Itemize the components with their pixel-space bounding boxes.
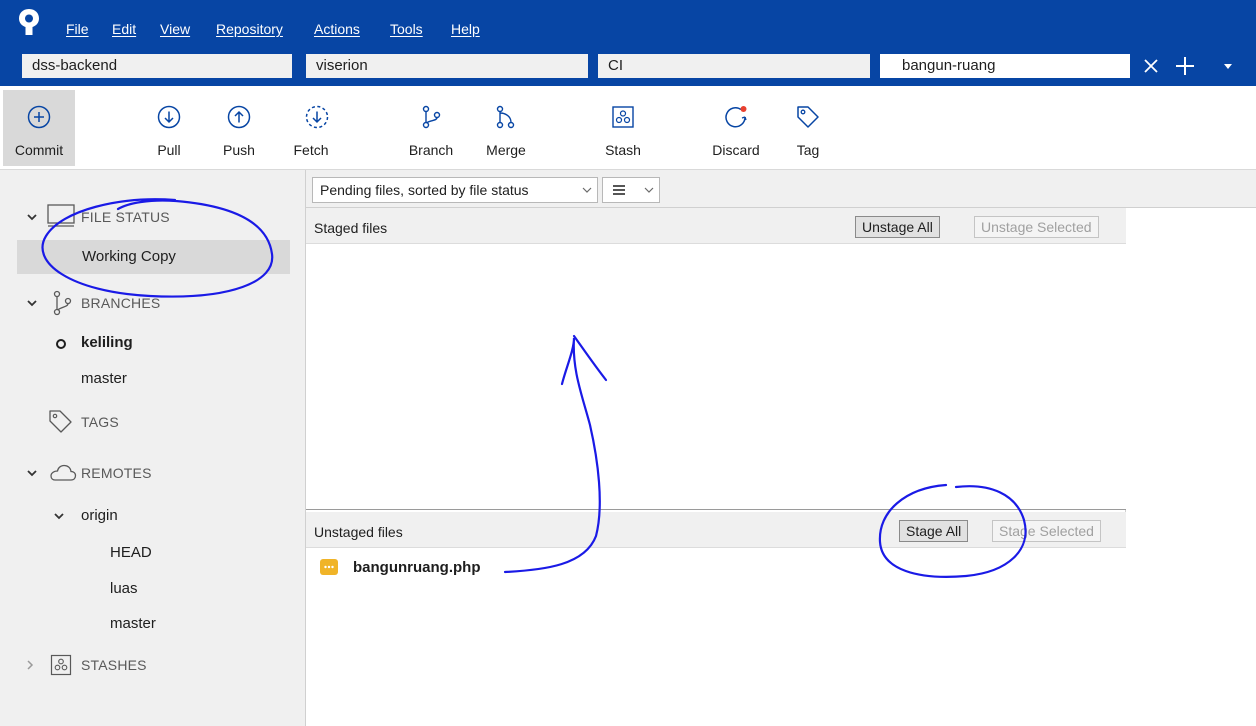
menu-file[interactable]: File [66,20,89,38]
discard-icon [725,106,747,128]
branch-icon [422,105,441,129]
content-area: Pending files, sorted by file status Sta… [306,170,1256,726]
sourcetree-logo-icon [19,9,39,35]
sidebar-section-stashes[interactable]: STASHES [0,650,306,680]
tab-dss-backend[interactable]: dss-backend [22,54,292,78]
fetch-button[interactable]: Fetch [282,90,352,166]
sidebar-section-remotes[interactable]: REMOTES [0,458,306,488]
sidebar-item-remote-head[interactable]: HEAD [0,538,306,568]
unstage-all-button[interactable]: Unstage All [855,216,940,238]
sort-label: Pending files, sorted by file status [320,182,529,198]
staged-files-header: Staged files Unstage All Unstage Selecte… [306,208,1126,244]
menu-repository[interactable]: Repository [216,20,283,38]
chevron-down-icon[interactable] [26,467,38,479]
stash-button[interactable]: Stash [588,90,658,166]
fetch-icon [305,105,329,129]
tab-viserion[interactable]: viserion [306,54,588,78]
sidebar-section-tags[interactable]: TAGS [0,407,306,437]
tab-ci[interactable]: CI [598,54,870,78]
stage-selected-button[interactable]: Stage Selected [992,520,1101,542]
repository-tab-bar: dss-backend viserion CI bangun-ruang [0,46,1256,86]
stage-all-button[interactable]: Stage All [899,520,969,542]
tab-bangun-ruang[interactable]: bangun-ruang [880,54,1130,78]
chevron-right-icon[interactable] [24,659,36,671]
push-icon [227,105,251,129]
file-panels: Staged files Unstage All Unstage Selecte… [306,208,1126,726]
menu-edit[interactable]: Edit [112,20,136,38]
list-icon [613,185,625,195]
commit-icon [27,105,51,129]
unstaged-files-list[interactable]: bangunruang.php [306,548,1126,726]
tag-button[interactable]: Tag [773,90,843,166]
unstaged-files-header: Unstaged files Stage All Stage Selected [306,512,1126,548]
close-icon[interactable] [1139,54,1163,78]
staged-files-list[interactable] [306,244,1126,510]
list-item[interactable]: bangunruang.php [306,554,1126,580]
sidebar: FILE STATUS Working Copy BRANCHES kelili… [0,170,306,726]
menu-actions[interactable]: Actions [314,20,360,38]
sidebar-item-remote-master[interactable]: master [0,609,306,639]
pull-icon [157,105,181,129]
chevron-down-icon[interactable] [26,211,38,223]
chevron-down-icon[interactable] [53,510,65,522]
plus-icon[interactable] [1170,51,1200,81]
chevron-down-icon [644,187,654,193]
stash-icon [612,106,634,128]
toolbar: Commit Pull Push Fetch Branch Merge Stas… [0,86,1256,170]
filter-bar: Pending files, sorted by file status [306,170,1256,208]
monitor-icon [47,204,75,227]
staged-files-title: Staged files [314,220,388,236]
merge-button[interactable]: Merge [471,90,541,166]
view-mode-dropdown[interactable] [602,177,660,203]
sidebar-item-remote-luas[interactable]: luas [0,574,306,604]
branch-button[interactable]: Branch [396,90,466,166]
menu-tools[interactable]: Tools [390,20,423,38]
chevron-down-icon [582,187,592,193]
cloud-icon [50,464,77,481]
sidebar-item-branch-keliling[interactable]: keliling [0,328,306,358]
sidebar-item-remote-origin[interactable]: origin [0,501,306,531]
menu-view[interactable]: View [160,20,190,38]
sidebar-item-working-copy[interactable]: Working Copy [17,240,290,274]
pull-button[interactable]: Pull [134,90,204,166]
unstaged-files-title: Unstaged files [314,524,403,540]
commit-button[interactable]: Commit [3,90,75,166]
chevron-down-icon[interactable] [1218,55,1238,77]
file-name: bangunruang.php [353,559,481,576]
menu-help[interactable]: Help [451,20,480,38]
menu-bar: File Edit View Repository Actions Tools … [0,0,1256,46]
unstage-selected-button[interactable]: Unstage Selected [974,216,1099,238]
sidebar-section-file-status[interactable]: FILE STATUS [0,202,306,232]
current-branch-icon [56,339,66,349]
chevron-down-icon[interactable] [26,297,38,309]
sidebar-section-branches[interactable]: BRANCHES [0,288,306,318]
branch-icon [53,290,72,316]
push-button[interactable]: Push [204,90,274,166]
stash-icon [50,654,72,676]
modified-file-icon [320,559,338,575]
sort-dropdown[interactable]: Pending files, sorted by file status [312,177,598,203]
sidebar-item-branch-master[interactable]: master [0,364,306,394]
merge-icon [496,105,515,129]
tag-icon [49,410,72,433]
tag-icon [797,106,819,128]
discard-button[interactable]: Discard [701,90,771,166]
